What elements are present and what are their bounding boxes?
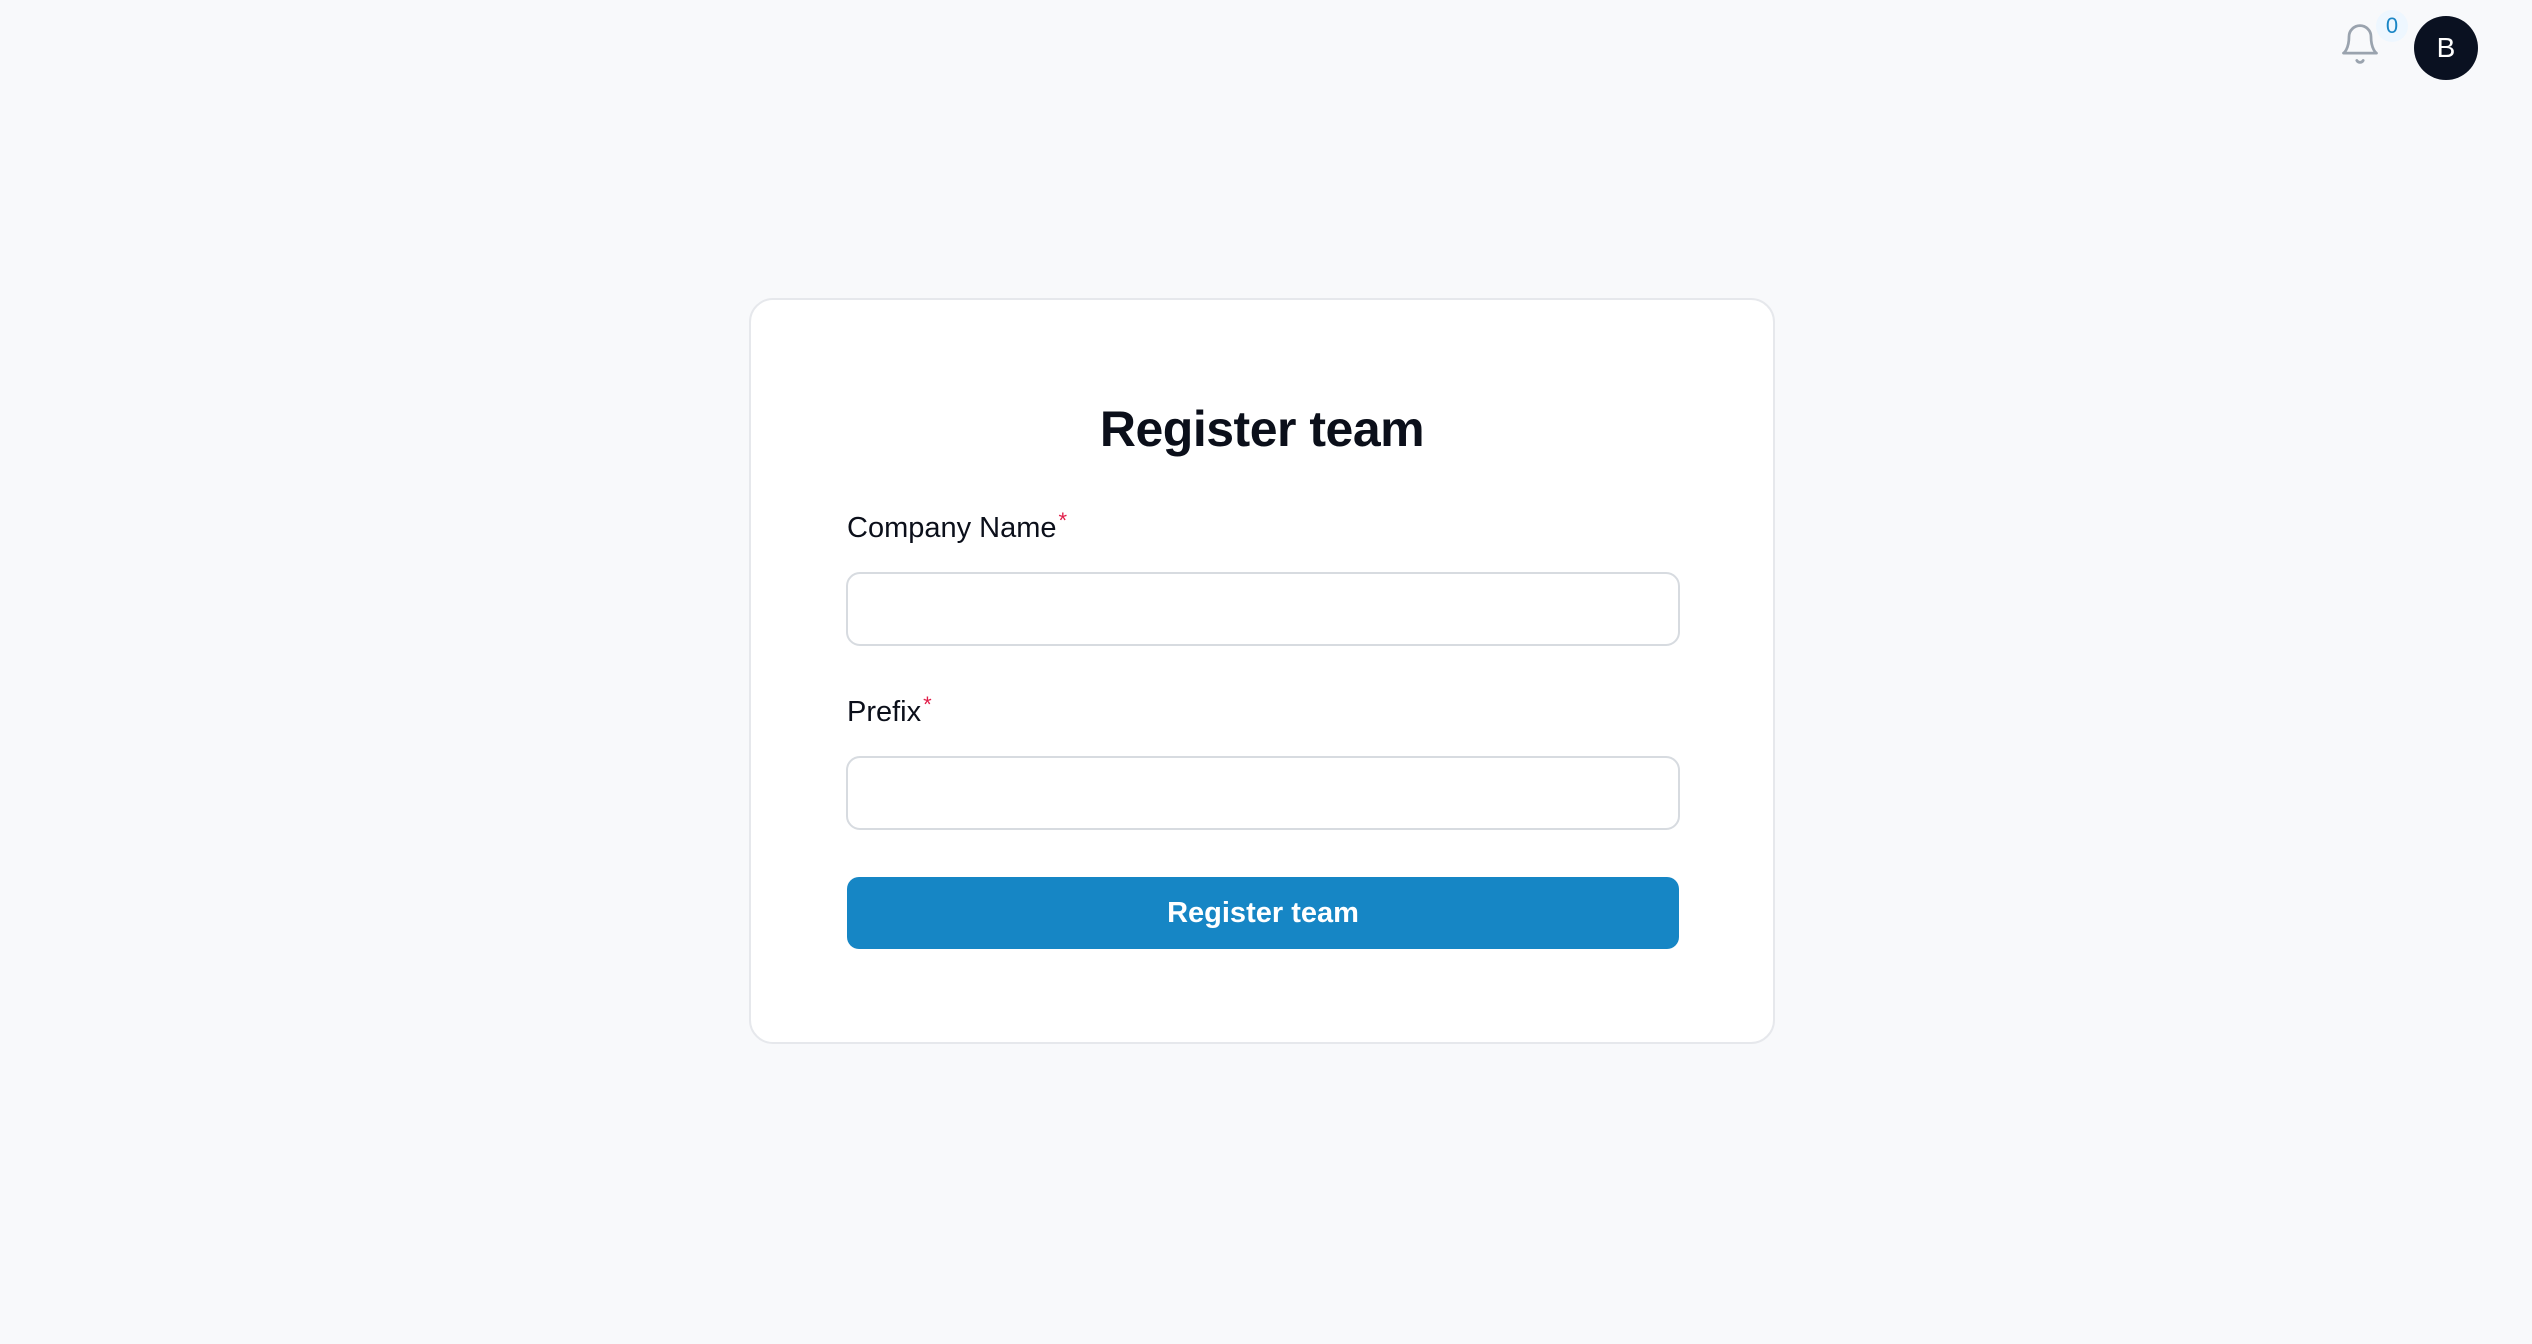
page: 0 B Register team Company Name* Prefix* … bbox=[0, 0, 2532, 1344]
company-name-label: Company Name* bbox=[847, 508, 1067, 545]
user-avatar[interactable]: B bbox=[2414, 16, 2478, 80]
notifications-button[interactable]: 0 bbox=[2338, 10, 2408, 72]
required-marker: * bbox=[923, 692, 932, 717]
company-name-input[interactable] bbox=[846, 572, 1680, 646]
prefix-label-text: Prefix bbox=[847, 696, 922, 728]
register-team-card: Register team Company Name* Prefix* Regi… bbox=[749, 298, 1775, 1044]
prefix-input[interactable] bbox=[846, 756, 1680, 830]
register-team-button[interactable]: Register team bbox=[847, 877, 1679, 949]
company-name-label-text: Company Name bbox=[847, 512, 1057, 544]
required-marker: * bbox=[1058, 508, 1068, 533]
top-bar: 0 B bbox=[2232, 0, 2532, 96]
form-title: Register team bbox=[1099, 401, 1425, 457]
notification-count-badge: 0 bbox=[2376, 10, 2408, 42]
prefix-label: Prefix* bbox=[847, 692, 932, 729]
